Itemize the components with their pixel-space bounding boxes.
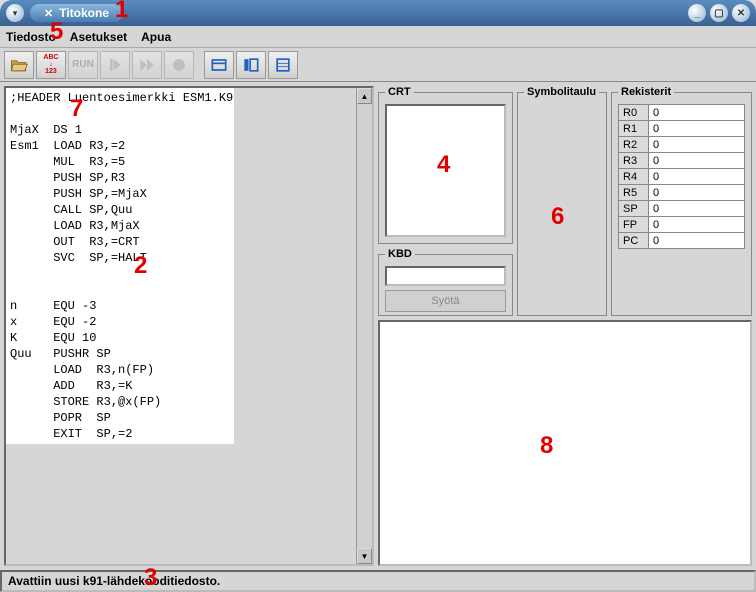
titlebar: ▾ ✕ Titokone _ ▢ ✕	[0, 0, 756, 26]
sidebar-icon	[241, 55, 261, 75]
table-row: R10	[619, 121, 745, 137]
menu-settings[interactable]: Asetukset	[70, 30, 127, 44]
main-area: ;HEADER Luentoesimerkki ESM1.K91 MjaX DS…	[0, 82, 756, 570]
kbd-panel: KBD Syötä 5	[378, 248, 513, 316]
table-row: PC0	[619, 233, 745, 249]
scrollbar[interactable]: ▲ ▼	[356, 88, 372, 564]
compile-icon: ABC↓123	[43, 54, 58, 75]
crt-legend: CRT	[385, 86, 414, 98]
right-top-panels: CRT 4 KBD Syötä 5 Symbolitaulu 6 Rekiste…	[378, 86, 752, 316]
run-icon: RUN	[72, 59, 94, 70]
register-table: R00 R10 R20 R30 R40 R50 SP0 FP0 PC0	[618, 104, 745, 249]
crt-panel: CRT 4	[378, 86, 513, 244]
toolbar: ABC↓123 RUN 1	[0, 48, 756, 82]
output-panel: 8	[378, 320, 752, 566]
app-icon: ✕	[44, 7, 53, 20]
table-row: R40	[619, 169, 745, 185]
view-button-2[interactable]	[236, 51, 266, 79]
stop-icon	[169, 55, 189, 75]
scroll-up-button[interactable]: ▲	[357, 88, 372, 104]
step-button[interactable]	[100, 51, 130, 79]
crt-kbd-column: CRT 4 KBD Syötä 5	[378, 86, 513, 316]
registers-legend: Rekisterit	[618, 86, 674, 98]
menubar: Tiedosto Asetukset Apua	[0, 26, 756, 48]
crt-display: 4	[385, 104, 506, 237]
table-row: R30	[619, 153, 745, 169]
menu-help[interactable]: Apua	[141, 30, 171, 44]
table-row: SP0	[619, 201, 745, 217]
folder-open-icon	[9, 55, 29, 75]
run-button[interactable]: RUN	[68, 51, 98, 79]
table-row: FP0	[619, 217, 745, 233]
scroll-down-button[interactable]: ▼	[357, 548, 372, 564]
open-button[interactable]	[4, 51, 34, 79]
step-icon	[105, 55, 125, 75]
window-title: Titokone	[59, 6, 109, 20]
list-icon	[273, 55, 293, 75]
symbol-table-panel: Symbolitaulu 6	[517, 86, 607, 316]
fast-forward-button[interactable]	[132, 51, 162, 79]
titlebar-left: ▾ ✕ Titokone	[6, 4, 123, 22]
view-button-3[interactable]	[268, 51, 298, 79]
kbd-legend: KBD	[385, 248, 415, 260]
annotation-8: 8	[540, 432, 553, 460]
compile-button[interactable]: ABC↓123	[36, 51, 66, 79]
right-panel: CRT 4 KBD Syötä 5 Symbolitaulu 6 Rekiste…	[378, 86, 752, 566]
table-row: R00	[619, 105, 745, 121]
close-button[interactable]: ✕	[732, 4, 750, 22]
statusbar: Avattiin uusi k91-lähdekooditiedosto. 3	[0, 570, 756, 592]
minimize-button[interactable]: _	[688, 4, 706, 22]
kbd-submit-button[interactable]: Syötä	[385, 290, 506, 312]
table-row: R50	[619, 185, 745, 201]
stop-button[interactable]	[164, 51, 194, 79]
window-menu-button[interactable]: ▾	[6, 4, 24, 22]
fast-forward-icon	[137, 55, 157, 75]
symbol-legend: Symbolitaulu	[524, 86, 599, 98]
code-panel: ;HEADER Luentoesimerkki ESM1.K91 MjaX DS…	[4, 86, 374, 566]
status-text: Avattiin uusi k91-lähdekooditiedosto.	[8, 574, 220, 588]
annotation-6: 6	[551, 203, 564, 231]
annotation-4: 4	[437, 151, 450, 179]
title-tab: ✕ Titokone	[30, 4, 123, 22]
registers-panel: Rekisterit R00 R10 R20 R30 R40 R50 SP0 F…	[611, 86, 752, 316]
window-controls: _ ▢ ✕	[688, 4, 750, 22]
source-code[interactable]: ;HEADER Luentoesimerkki ESM1.K91 MjaX DS…	[6, 88, 234, 444]
view-button-1[interactable]	[204, 51, 234, 79]
menu-file[interactable]: Tiedosto	[6, 30, 56, 44]
kbd-input[interactable]	[385, 266, 506, 286]
table-row: R20	[619, 137, 745, 153]
window-icon	[209, 55, 229, 75]
maximize-button[interactable]: ▢	[710, 4, 728, 22]
